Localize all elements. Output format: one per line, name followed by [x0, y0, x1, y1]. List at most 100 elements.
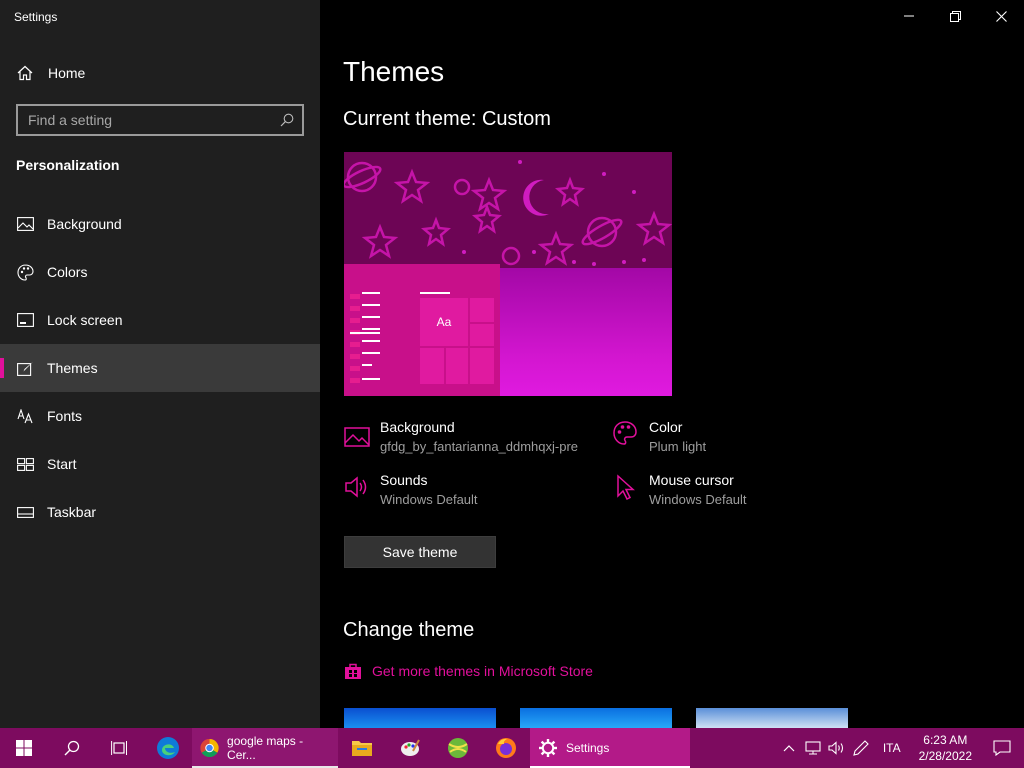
search-icon[interactable]: [280, 113, 294, 127]
palette-icon: [613, 421, 637, 445]
minimize-button[interactable]: [886, 0, 932, 32]
search-icon: [64, 740, 80, 756]
background-label: Background: [380, 419, 455, 435]
taskbar: google maps - Cer... Settings ITA 6:23 A…: [0, 728, 1024, 768]
sidebar-item-lock-screen[interactable]: Lock screen: [0, 296, 320, 344]
mouse-cursor-icon: [617, 474, 635, 500]
theme-thumbnail-flowers[interactable]: [696, 708, 848, 728]
sidebar-item-label: Fonts: [47, 408, 83, 424]
task-view-icon: [111, 741, 127, 755]
mouse-cursor-value: Windows Default: [649, 492, 747, 507]
clock[interactable]: 6:23 AM 2/28/2022: [911, 732, 980, 764]
save-theme-button[interactable]: Save theme: [344, 536, 496, 568]
close-icon: [995, 10, 1007, 22]
theme-preview: Aa: [344, 152, 672, 396]
start-icon: [16, 455, 34, 473]
taskbar-app-ball[interactable]: [434, 728, 482, 768]
input-language[interactable]: ITA: [873, 741, 911, 755]
taskbar-settings-window[interactable]: Settings: [530, 728, 690, 768]
minimize-icon: [904, 15, 914, 17]
volume-button[interactable]: [825, 728, 849, 768]
sidebar-item-colors[interactable]: Colors: [0, 248, 320, 296]
close-button[interactable]: [978, 0, 1024, 32]
theme-thumbnail-windows-light[interactable]: [520, 708, 672, 728]
sidebar-item-home[interactable]: Home: [0, 56, 320, 90]
preview-sample-text: Aa: [420, 298, 468, 346]
sidebar-item-fonts[interactable]: Fonts: [0, 392, 320, 440]
taskbar-search-button[interactable]: [48, 728, 96, 768]
restore-button[interactable]: [932, 0, 978, 32]
start-button[interactable]: [0, 728, 48, 768]
preview-tiles: Aa: [420, 298, 494, 384]
sidebar-nav: Background Colors Lock screen Themes Fon…: [0, 200, 320, 536]
sounds-label: Sounds: [380, 472, 428, 488]
sidebar-item-label: Taskbar: [47, 504, 97, 520]
sounds-value: Windows Default: [380, 492, 478, 507]
picture-icon: [344, 427, 370, 447]
network-button[interactable]: [801, 728, 825, 768]
firefox-icon: [496, 738, 516, 758]
microsoft-store-link[interactable]: Get more themes in Microsoft Store: [344, 662, 593, 680]
store-bag-icon: [345, 663, 361, 679]
volume-icon: [828, 741, 843, 755]
sidebar-item-themes[interactable]: Themes: [0, 344, 320, 392]
sidebar-item-label: Background: [47, 216, 122, 232]
fonts-icon: [16, 407, 34, 425]
picture-icon: [16, 215, 34, 233]
sidebar-item-taskbar[interactable]: Taskbar: [0, 488, 320, 536]
window-controls: [886, 0, 1024, 32]
mouse-cursor-label: Mouse cursor: [649, 472, 734, 488]
home-icon: [17, 65, 33, 81]
taskbar-file-explorer[interactable]: [338, 728, 386, 768]
ball-app-icon: [448, 738, 468, 758]
windows-logo-icon: [16, 740, 32, 756]
taskbar-paint[interactable]: [386, 728, 434, 768]
theme-thumbnail-windows[interactable]: [344, 708, 496, 728]
taskbar-firefox[interactable]: [482, 728, 530, 768]
network-icon: [805, 741, 821, 755]
palette-icon: [16, 263, 34, 281]
pen-workspace-button[interactable]: [849, 728, 873, 768]
restore-icon: [949, 10, 961, 22]
sidebar-item-background[interactable]: Background: [0, 200, 320, 248]
taskbar-chrome-window[interactable]: google maps - Cer...: [192, 728, 338, 768]
clock-time: 6:23 AM: [923, 733, 968, 747]
pen-icon: [853, 740, 869, 756]
background-value: gfdg_by_fantarianna_ddmhqxj-pre: [380, 439, 579, 454]
change-theme-heading: Change theme: [343, 619, 475, 641]
lock-screen-icon: [16, 311, 34, 329]
taskbar-app-label: google maps - Cer...: [227, 734, 304, 762]
page-title: Themes: [343, 56, 445, 87]
app-title: Settings: [14, 10, 58, 24]
show-hidden-icons-button[interactable]: [777, 728, 801, 768]
chrome-icon: [200, 738, 219, 758]
sidebar-item-start[interactable]: Start: [0, 440, 320, 488]
store-link-text: Get more themes in Microsoft Store: [372, 663, 593, 679]
main-content: Themes Current theme: Custom Aa Backgrou…: [320, 0, 1024, 728]
search-box[interactable]: [16, 104, 304, 136]
taskbar-app-label: Settings: [566, 741, 610, 755]
notification-icon: [993, 740, 1011, 756]
sidebar-item-label: Colors: [47, 264, 88, 280]
task-view-button[interactable]: [96, 728, 144, 768]
speaker-icon: [345, 476, 367, 498]
clock-date: 2/28/2022: [918, 749, 972, 763]
action-center-button[interactable]: [980, 728, 1024, 768]
edge-icon: [157, 737, 179, 759]
section-title: Personalization: [16, 157, 120, 173]
themes-brush-icon: [16, 359, 34, 377]
sidebar-item-label: Start: [47, 456, 77, 472]
gear-icon: [539, 739, 557, 757]
chevron-up-icon: [783, 745, 795, 752]
color-label: Color: [649, 419, 683, 435]
sidebar-item-label: Lock screen: [47, 312, 123, 328]
taskbar-icon: [16, 503, 34, 521]
search-input[interactable]: [28, 112, 280, 128]
preview-desktop-area: [500, 268, 672, 396]
taskbar-edge[interactable]: [144, 728, 192, 768]
sidebar: Settings Home Personalization Background…: [0, 0, 320, 728]
current-theme-heading: Current theme: Custom: [343, 108, 551, 130]
folder-icon: [352, 741, 372, 756]
color-value: Plum light: [649, 439, 707, 454]
sidebar-item-label: Themes: [47, 360, 98, 376]
